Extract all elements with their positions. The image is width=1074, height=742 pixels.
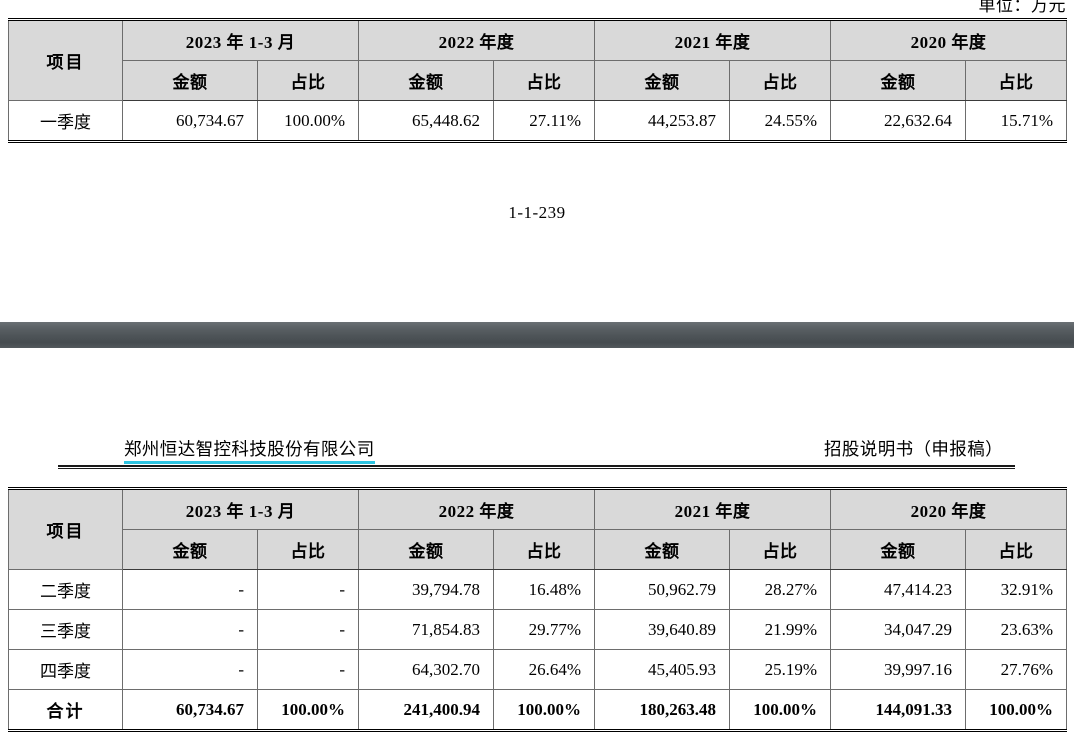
column-header-ratio-3: 占比 [965,529,1068,570]
column-header-amount-0: 金额 [122,529,258,570]
table-row: 一季度 60,734.67 100.00% 65,448.62 27.11% 44,253… [8,100,1068,143]
cell-amount: 65,448.62 [358,100,495,143]
table-header-row-measures: 金额 占比 金额 占比 金额 占比 金额 占比 [9,60,1068,101]
column-header-period-0: 2023 年 1-3 月 [121,487,360,530]
column-header-amount-0: 金额 [122,60,258,101]
table-body-lower: 二季度 - -39,794.78 16.48% 50,962.79 28.27% 47,41… [8,569,1068,732]
cell-amount: 144,091.33 [830,689,967,732]
cell-amount: 39,997.16 [830,649,967,690]
cell-amount: 34,047.29 [830,609,967,650]
column-header-period-0: 2023 年 1-3 月 [121,18,360,61]
pdf-page-upper: 单位：万元 项目 2023 年 1-3 月 2022 年度 2021 年度 20… [0,0,1074,310]
cell-ratio: - [256,569,360,610]
column-header-amount-2: 金额 [594,529,731,570]
cell-amount: 60,734.67 [122,689,258,732]
cell-ratio: 25.19% [729,649,832,690]
table-header: 项目 2023 年 1-3 月 2022 年度 2021 年度 2020 年度 … [8,487,1068,570]
unit-note: 单位：万元 [978,0,1066,15]
column-header-ratio-0: 占比 [256,529,360,570]
cell-ratio: 16.48% [493,569,596,610]
cell-amount: 71,854.83 [358,609,495,650]
table-header-row-measures: 金额 占比 金额 占比 金额 占比 金额 占比 [9,529,1068,570]
row-label: 三季度 [8,609,123,650]
header-rule [58,465,1015,469]
column-header-item: 项目 [8,487,123,570]
row-label: 合计 [8,689,123,732]
cell-amount: 22,632.64 [830,100,967,143]
column-header-ratio-0: 占比 [256,60,360,101]
column-header-ratio-1: 占比 [493,529,596,570]
column-header-amount-1: 金额 [358,60,495,101]
column-header-ratio-3: 占比 [965,60,1068,101]
header-company-name-text: 郑州恒达智控科技股份有限公司 [124,439,375,459]
cell-amount: - [122,569,258,610]
cell-ratio: 29.77% [493,609,596,650]
header-document-title: 招股说明书（申报稿） [824,439,1003,459]
table-row: 二季度 - -39,794.78 16.48% 50,962.79 28.27% 47,41… [8,569,1068,610]
cell-ratio: - [256,649,360,690]
row-label: 一季度 [8,100,123,143]
cell-ratio: 15.71% [965,100,1068,143]
cell-ratio: 26.64% [493,649,596,690]
cell-amount: 50,962.79 [594,569,731,610]
cell-ratio: 100.00% [256,689,360,732]
column-header-period-2: 2021 年度 [594,18,832,61]
cell-ratio: 100.00% [965,689,1068,732]
cell-amount: 64,302.70 [358,649,495,690]
column-header-amount-2: 金额 [594,60,731,101]
table-header-row-periods: 项目 2023 年 1-3 月 2022 年度 2021 年度 2020 年度 [8,18,1068,101]
cell-ratio: 27.11% [493,100,596,143]
cell-ratio: 100.00% [493,689,596,732]
cell-amount: 39,794.78 [358,569,495,610]
table-row: 合计 60,734.67 100.00% 241,400.94 100.00% 180,2… [8,689,1068,732]
column-header-period-1: 2022 年度 [358,487,596,530]
page-separator [0,322,1074,348]
table-header-row-periods: 项目 2023 年 1-3 月 2022 年度 2021 年度 2020 年度 [8,487,1068,570]
document-running-header: 郑州恒达智控科技股份有限公司 招股说明书（申报稿） [58,430,1015,469]
cell-amount: - [122,649,258,690]
column-header-period-2: 2021 年度 [594,487,832,530]
column-header-item: 项目 [8,18,123,101]
page-number: 1-1-239 [508,203,566,222]
cell-amount: 180,263.48 [594,689,731,732]
table-row: 四季度 - -64,302.70 26.64% 45,405.93 25.19% 39,99… [8,649,1068,690]
cell-amount: 39,640.89 [594,609,731,650]
column-header-amount-3: 金额 [830,529,967,570]
cell-amount: 45,405.93 [594,649,731,690]
cell-ratio: 32.91% [965,569,1068,610]
cell-ratio: 100.00% [256,100,360,143]
cell-ratio: 24.55% [729,100,832,143]
table-row: 三季度 - -71,854.83 29.77% 39,640.89 21.99% 34,04… [8,609,1068,650]
cell-amount: 60,734.67 [122,100,258,143]
column-header-amount-1: 金额 [358,529,495,570]
cell-ratio: 27.76% [965,649,1068,690]
row-label: 二季度 [8,569,123,610]
search-highlight-underline [124,461,375,464]
quarterly-revenue-table-upper: 项目 2023 年 1-3 月 2022 年度 2021 年度 2020 年度 … [8,18,1068,143]
column-header-amount-3: 金额 [830,60,967,101]
table-header: 项目 2023 年 1-3 月 2022 年度 2021 年度 2020 年度 … [8,18,1068,101]
table-body-upper: 一季度 60,734.67 100.00% 65,448.62 27.11% 44,253… [8,100,1068,143]
column-header-period-3: 2020 年度 [830,487,1068,530]
cell-amount: 44,253.87 [594,100,731,143]
cell-amount: 47,414.23 [830,569,967,610]
cell-amount: 241,400.94 [358,689,495,732]
column-header-ratio-2: 占比 [729,60,832,101]
cell-ratio: 100.00% [729,689,832,732]
cell-ratio: 21.99% [729,609,832,650]
header-company-name: 郑州恒达智控科技股份有限公司 [124,436,375,464]
row-label: 四季度 [8,649,123,690]
column-header-ratio-2: 占比 [729,529,832,570]
column-header-period-1: 2022 年度 [358,18,596,61]
cell-ratio: 28.27% [729,569,832,610]
cell-ratio: 23.63% [965,609,1068,650]
quarterly-revenue-table-lower: 项目 2023 年 1-3 月 2022 年度 2021 年度 2020 年度 … [8,487,1068,732]
column-header-ratio-1: 占比 [493,60,596,101]
cell-ratio: - [256,609,360,650]
pdf-page-lower: 郑州恒达智控科技股份有限公司 招股说明书（申报稿） 项目 2023 年 1-3 … [0,348,1074,742]
column-header-period-3: 2020 年度 [830,18,1068,61]
cell-amount: - [122,609,258,650]
